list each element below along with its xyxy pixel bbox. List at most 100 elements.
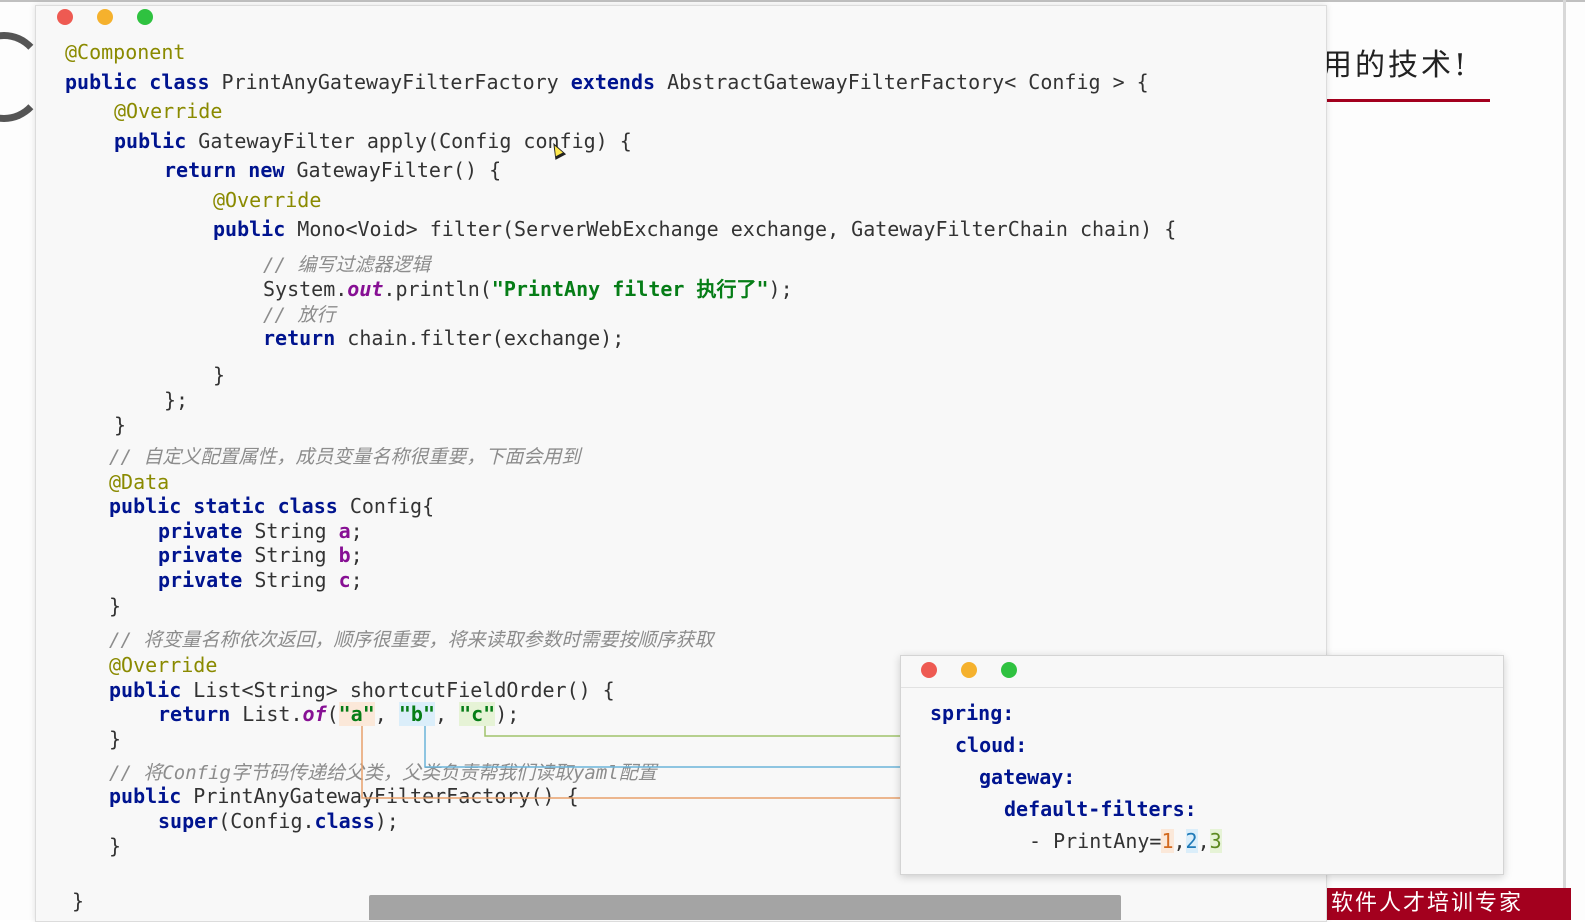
- close-window-button[interactable]: [57, 9, 73, 25]
- keyword-public: public: [213, 217, 286, 241]
- list-ref: List.: [230, 702, 303, 726]
- annotation-override: @Override: [114, 99, 223, 123]
- code-line-10: // 放行: [263, 302, 335, 327]
- statement-end: ;: [350, 543, 363, 567]
- println-call: .println(: [383, 277, 492, 301]
- maximize-window-button[interactable]: [1001, 662, 1017, 678]
- code-line-9: System.out.println("PrintAny filter 执行了"…: [263, 277, 793, 301]
- type-string: String: [242, 568, 339, 592]
- keyword-extends: extends: [570, 70, 656, 94]
- field-b: b: [338, 543, 351, 567]
- yaml-item-printany: - PrintAny=: [1029, 829, 1162, 853]
- apply-signature: GatewayFilter apply(Config config) {: [186, 129, 632, 153]
- comment-super-config: // 将Config字节码传递给父类，父类负责帮我们读取yaml配置: [109, 762, 657, 784]
- code-line-3: @Override: [114, 99, 222, 123]
- code-line-11: return chain.filter(exchange);: [263, 326, 624, 350]
- closing-brace: }: [109, 594, 122, 618]
- annotation-component: @Component: [65, 40, 186, 64]
- code-line-6: @Override: [213, 188, 321, 212]
- type-string: String: [242, 543, 339, 567]
- constructor-signature: PrintAnyGatewayFilterFactory() {: [181, 784, 579, 808]
- paren-open: (: [326, 702, 339, 726]
- code-line-13: };: [164, 388, 188, 412]
- code-line-15: // 自定义配置属性，成员变量名称很重要，下面会用到: [109, 444, 580, 469]
- code-line-26: }: [109, 727, 121, 751]
- code-line-31: }: [72, 889, 84, 913]
- shortcut-field-order-signature: List<String> shortcutFieldOrder() {: [181, 678, 615, 702]
- keyword-public: public: [109, 678, 182, 702]
- close-window-button[interactable]: [921, 662, 937, 678]
- comma: ,: [434, 702, 460, 726]
- code-line-22: // 将变量名称依次返回，顺序很重要，将来读取参数时需要按顺序获取: [109, 627, 713, 652]
- code-window-titlebar: [36, 6, 1326, 32]
- closing-brace: }: [109, 834, 122, 858]
- yaml-value-2: 2: [1185, 829, 1198, 853]
- keyword-private: private: [158, 568, 243, 592]
- yaml-key-default-filters: default-filters:: [1004, 797, 1197, 821]
- gateway-filter-new: GatewayFilter() {: [284, 158, 502, 182]
- yaml-separator: ,: [1173, 829, 1186, 853]
- code-line-5: return new GatewayFilter() {: [164, 158, 501, 182]
- minimize-window-button[interactable]: [961, 662, 977, 678]
- yaml-line-printany: - PrintAny=1,2,3: [1029, 829, 1222, 853]
- closing-brace: }: [72, 889, 85, 913]
- system-ref: System.: [263, 277, 348, 301]
- yaml-line-default-filters: default-filters:: [1004, 797, 1197, 821]
- code-line-30: }: [109, 834, 121, 858]
- code-line-8: // 编写过滤器逻辑: [263, 252, 430, 277]
- keyword-return: return: [263, 326, 336, 350]
- code-line-17: public static class Config{: [109, 494, 434, 518]
- yaml-key-cloud: cloud:: [955, 733, 1028, 757]
- code-line-28: public PrintAnyGatewayFilterFactory() {: [109, 784, 579, 808]
- keyword-return: return: [158, 702, 231, 726]
- slide-edge: [1563, 0, 1566, 920]
- keyword-private: private: [158, 543, 243, 567]
- println-string: "PrintAny filter 执行了": [491, 277, 769, 301]
- code-line-2: public class PrintAnyGatewayFilterFactor…: [65, 70, 1149, 94]
- heading-underline: [1322, 99, 1490, 102]
- keyword-private: private: [158, 519, 243, 543]
- minimize-window-button[interactable]: [97, 9, 113, 25]
- video-progress-bar[interactable]: [369, 895, 1121, 920]
- code-line-23: @Override: [109, 653, 217, 677]
- keyword-public: public: [114, 129, 187, 153]
- yaml-line-cloud: cloud:: [955, 733, 1027, 757]
- yaml-value-3: 3: [1209, 829, 1222, 853]
- of-call: of: [302, 702, 327, 726]
- yaml-separator: ,: [1197, 829, 1210, 853]
- top-divider: [0, 0, 1585, 2]
- keyword-public: public: [109, 784, 182, 808]
- yaml-config-window: spring: cloud: gateway: default-filters:…: [900, 655, 1504, 875]
- comment-pass: // 放行: [263, 304, 336, 326]
- code-line-25: return List.of("a", "b", "c");: [158, 702, 519, 726]
- code-line-20: private String c;: [158, 568, 363, 592]
- statement-end: ;: [350, 568, 363, 592]
- keyword-class: class: [314, 809, 375, 833]
- yaml-window-titlebar: [901, 656, 1503, 688]
- code-line-1: @Component: [65, 40, 185, 64]
- superclass: AbstractGatewayFilterFactory< Config > {: [655, 70, 1149, 94]
- code-line-14: }: [114, 413, 126, 437]
- footer-brand-banner: 软件人才培训专家: [1323, 888, 1571, 920]
- type-string: String: [242, 519, 339, 543]
- code-line-27: // 将Config字节码传递给父类，父类负责帮我们读取yaml配置: [109, 760, 657, 785]
- maximize-window-button[interactable]: [137, 9, 153, 25]
- yaml-value-1: 1: [1161, 829, 1174, 853]
- closing-brace: }: [109, 727, 122, 751]
- comment-filter-logic: // 编写过滤器逻辑: [263, 254, 431, 276]
- statement-end: ;: [350, 519, 363, 543]
- code-line-21: }: [109, 594, 121, 618]
- closing-brace: }: [213, 363, 226, 387]
- chain-filter-call: chain.filter(exchange);: [335, 326, 625, 350]
- keyword-public-static-class: public static class: [109, 494, 338, 518]
- statement-end: );: [374, 809, 399, 833]
- code-line-29: super(Config.class);: [158, 809, 399, 833]
- comment-config-props: // 自定义配置属性，成员变量名称很重要，下面会用到: [109, 446, 581, 468]
- yaml-key-gateway: gateway:: [979, 765, 1076, 789]
- out-field: out: [347, 277, 384, 301]
- config-class-name: Config{: [337, 494, 435, 518]
- statement-end: );: [768, 277, 793, 301]
- code-line-16: @Data: [109, 470, 169, 494]
- filter-signature: Mono<Void> filter(ServerWebExchange exch…: [285, 217, 1177, 241]
- yaml-line-spring: spring:: [930, 701, 1014, 725]
